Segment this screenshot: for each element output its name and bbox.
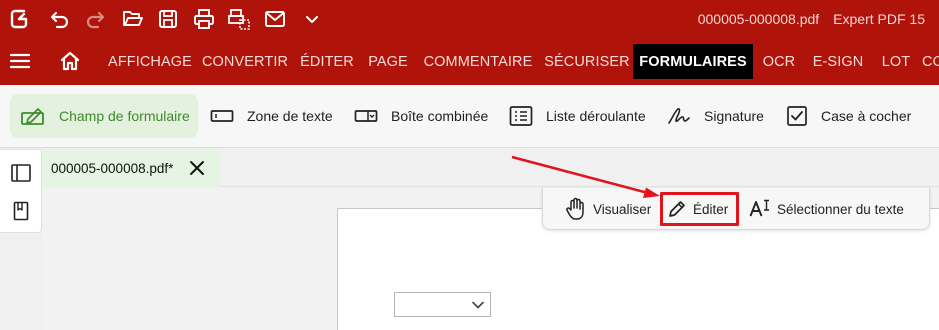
text-box-icon bbox=[210, 110, 234, 122]
view-mode-label: Visualiser bbox=[593, 201, 652, 217]
document-tab-label: 000005-000008.pdf* bbox=[51, 160, 174, 176]
tab-affichage[interactable]: AFFICHAGE bbox=[104, 44, 196, 79]
pencil-icon bbox=[669, 201, 685, 217]
mode-toolbar: Visualiser Éditer Sélectionner du texte bbox=[542, 188, 930, 230]
form-field-label: Champ de formulaire bbox=[59, 108, 190, 124]
tab-securiser[interactable]: SÉCURISER bbox=[544, 44, 630, 79]
edit-mode-button[interactable]: Éditer bbox=[667, 194, 728, 224]
ribbon-toolbar: Champ de formulaire Zone de texte Boîte … bbox=[0, 85, 939, 148]
print-icon[interactable] bbox=[191, 6, 217, 32]
tab-editer[interactable]: ÉDITER bbox=[297, 44, 357, 79]
text-box-button[interactable]: Zone de texte bbox=[210, 94, 340, 138]
view-mode-button[interactable]: Visualiser bbox=[565, 194, 651, 224]
document-tab-bar: 000005-000008.pdf* bbox=[42, 149, 939, 187]
menu-bar: AFFICHAGE CONVERTIR ÉDITER PAGE COMMENTA… bbox=[0, 38, 939, 85]
sidebar-toggle-icon[interactable] bbox=[9, 161, 33, 185]
list-box-label: Liste déroulante bbox=[546, 108, 646, 124]
window-title: 000005-000008.pdf Expert PDF 15 bbox=[698, 0, 925, 38]
signature-icon bbox=[668, 108, 690, 124]
signature-button[interactable]: Signature bbox=[667, 94, 771, 138]
form-field-icon bbox=[21, 108, 44, 125]
tab-e-sign[interactable]: E-SIGN bbox=[808, 44, 868, 79]
combo-box-icon bbox=[354, 110, 378, 122]
select-text-mode-label: Sélectionner du texte bbox=[777, 201, 904, 217]
radio-button-partial[interactable] bbox=[928, 94, 939, 138]
text-box-label: Zone de texte bbox=[247, 108, 333, 124]
bookmark-icon[interactable] bbox=[9, 199, 33, 223]
left-panel-strip bbox=[0, 149, 42, 233]
open-folder-icon[interactable] bbox=[120, 6, 146, 32]
app-logo-icon[interactable] bbox=[6, 6, 32, 32]
form-field-button[interactable]: Champ de formulaire bbox=[10, 94, 198, 138]
checkbox-button[interactable]: Case à cocher bbox=[786, 94, 916, 138]
home-icon[interactable] bbox=[58, 50, 82, 72]
page-combo-box-field[interactable] bbox=[394, 292, 491, 317]
tab-co[interactable]: CO bbox=[922, 44, 939, 79]
window-file-name: 000005-000008.pdf bbox=[697, 11, 820, 27]
scan-icon[interactable] bbox=[226, 6, 252, 32]
window-app-name: Expert PDF 15 bbox=[833, 11, 925, 27]
signature-label: Signature bbox=[704, 108, 764, 124]
title-bar: 000005-000008.pdf Expert PDF 15 bbox=[0, 0, 939, 38]
hamburger-menu-icon[interactable] bbox=[10, 53, 30, 69]
list-box-button[interactable]: Liste déroulante bbox=[509, 94, 651, 138]
chevron-down-icon bbox=[472, 301, 484, 309]
document-tab[interactable]: 000005-000008.pdf* bbox=[42, 149, 220, 187]
close-icon[interactable] bbox=[189, 160, 205, 176]
chevron-down-icon[interactable] bbox=[299, 6, 325, 32]
checkbox-icon bbox=[787, 106, 807, 126]
hand-icon bbox=[566, 197, 584, 220]
checkbox-label: Case à cocher bbox=[821, 108, 912, 124]
save-icon[interactable] bbox=[155, 6, 181, 32]
redo-icon[interactable] bbox=[83, 6, 109, 32]
tab-convertir[interactable]: CONVERTIR bbox=[200, 44, 290, 79]
tab-commentaire[interactable]: COMMENTAIRE bbox=[420, 44, 536, 79]
tab-page[interactable]: PAGE bbox=[365, 44, 411, 79]
edit-mode-label: Éditer bbox=[693, 201, 729, 217]
tab-ocr[interactable]: OCR bbox=[758, 44, 800, 79]
combo-box-label: Boîte combinée bbox=[391, 108, 489, 124]
select-text-mode-button[interactable]: Sélectionner du texte bbox=[749, 194, 904, 224]
tab-formulaires[interactable]: FORMULAIRES bbox=[633, 44, 753, 79]
mail-icon[interactable] bbox=[262, 6, 288, 32]
undo-icon[interactable] bbox=[46, 6, 72, 32]
combo-box-button[interactable]: Boîte combinée bbox=[354, 94, 494, 138]
list-box-icon bbox=[509, 106, 533, 126]
tab-lot[interactable]: LOT bbox=[876, 44, 916, 79]
text-cursor-icon bbox=[749, 199, 769, 217]
